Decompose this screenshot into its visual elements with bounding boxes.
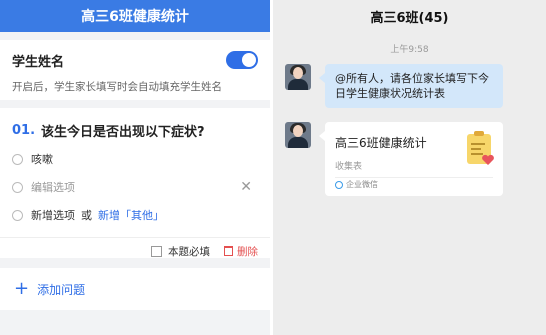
plus-icon: +: [14, 278, 30, 299]
chat-panel: 高三6班(45) 上午9:58 @所有人，请各位家长填写下今日学生健康状况统计表…: [273, 0, 546, 335]
chat-title: 高三6班(45): [370, 10, 449, 26]
student-name-toggle[interactable]: [226, 51, 258, 69]
question-title[interactable]: 01. 该生今日是否出现以下症状?: [12, 121, 258, 140]
required-checkbox[interactable]: [151, 245, 162, 257]
option-label: 咳嗽: [31, 153, 53, 166]
question-card: 01. 该生今日是否出现以下症状? 咳嗽 编辑选项 ✕ 新增选项 或 新增「其他…: [0, 108, 270, 258]
form-header: 高三6班健康统计: [0, 0, 270, 32]
toggle-knob: [242, 53, 256, 67]
clipboard-line: [471, 148, 481, 150]
heart-icon: [482, 154, 494, 165]
form-editor-panel: 高三6班健康统计 学生姓名 开启后，学生家长填写时会自动填充学生姓名 01. 该…: [0, 0, 270, 335]
radio-icon: [12, 153, 23, 165]
wecom-logo-icon: [335, 180, 343, 189]
clipboard-line: [471, 143, 485, 145]
message-bubble[interactable]: @所有人，请各位家长填写下今日学生健康状况统计表: [319, 64, 503, 108]
message-timestamp: 上午9:58: [390, 45, 429, 55]
avatar-head: [293, 125, 303, 137]
student-name-title: 学生姓名: [12, 54, 65, 70]
option-item[interactable]: 咳嗽: [12, 145, 258, 173]
trash-icon: [224, 246, 233, 256]
or-text: 或: [81, 209, 92, 222]
form-share-card[interactable]: 高三6班健康统计 收集表 企业微信: [319, 122, 503, 196]
form-title: 高三6班健康统计: [81, 9, 189, 25]
card-divider: [335, 177, 493, 178]
avatar[interactable]: [285, 122, 311, 148]
student-name-setting: 学生姓名 开启后，学生家长填写时会自动填充学生姓名: [0, 40, 270, 100]
student-name-description: 开启后，学生家长填写时会自动填充学生姓名: [12, 81, 222, 93]
close-icon[interactable]: ✕: [240, 179, 252, 195]
radio-icon: [12, 181, 23, 193]
delete-button[interactable]: 删除: [224, 244, 258, 259]
question-number: 01.: [12, 122, 36, 138]
card-footer: 企业微信: [335, 179, 378, 190]
radio-icon: [12, 209, 23, 221]
add-question-label: 添加问题: [37, 282, 86, 297]
add-option-button[interactable]: 新增选项: [31, 207, 75, 223]
avatar[interactable]: [285, 64, 311, 90]
question-text: 该生今日是否出现以下症状?: [41, 124, 205, 140]
add-other-button[interactable]: 新增「其他」: [98, 207, 164, 223]
add-question-button[interactable]: + 添加问题: [0, 268, 270, 310]
card-footer-label: 企业微信: [346, 180, 378, 189]
avatar-body: [288, 79, 308, 90]
clipboard-clip: [474, 131, 484, 136]
question-actions: 本题必填 删除: [12, 238, 258, 264]
required-label: 本题必填: [168, 245, 210, 258]
add-option-row: 新增选项 或 新增「其他」: [12, 201, 258, 229]
chat-header: 高三6班(45): [273, 0, 546, 32]
option-edit-item[interactable]: 编辑选项 ✕: [12, 173, 258, 201]
delete-label: 删除: [237, 245, 258, 258]
avatar-head: [293, 67, 303, 79]
avatar-body: [288, 137, 308, 148]
option-edit-placeholder[interactable]: 编辑选项: [31, 179, 75, 195]
